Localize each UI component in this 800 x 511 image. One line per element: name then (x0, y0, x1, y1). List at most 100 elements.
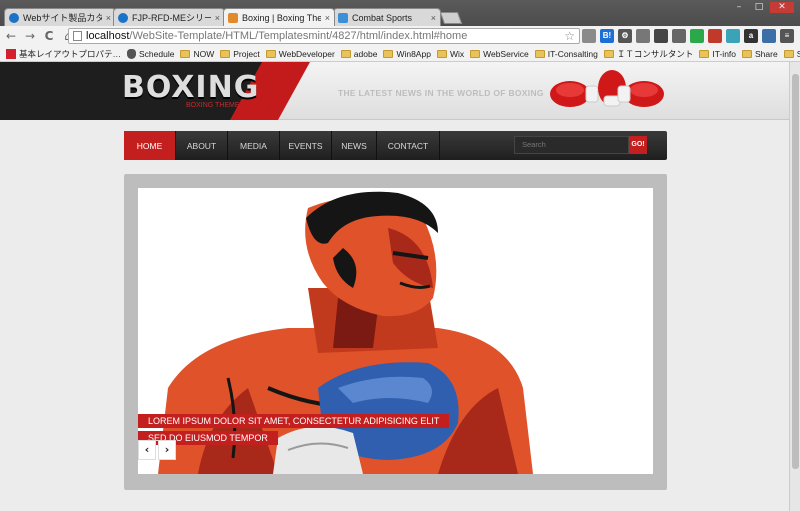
folder-icon (180, 49, 191, 58)
bookmark-item[interactable]: ＩＴコンサルタント (603, 48, 693, 60)
cast-icon[interactable] (672, 29, 686, 43)
site-favicon-icon (228, 12, 238, 23)
url-path: /WebSite-Template/HTML/Templatesmint/482… (129, 30, 468, 42)
bookmark-label: WebDeveloper (278, 48, 335, 59)
bookmark-item[interactable]: 基本レイアウトプロパテ… (6, 48, 121, 60)
folder-icon (699, 49, 710, 58)
scrollbar-thumb[interactable] (792, 74, 799, 469)
refresh-ext-icon[interactable] (726, 29, 740, 43)
page-icon (73, 31, 82, 41)
window-controls: – □ ✕ (730, 2, 794, 13)
browser-tabstrip: Webサイト製品カタログ【20 × FJP-RFD-MEシリーズ【従来 × Bo… (0, 0, 800, 26)
site-logo[interactable]: BOXING (122, 70, 259, 105)
slider-prev-button[interactable]: ‹ (138, 440, 156, 460)
bookmark-label: Schedule (139, 48, 175, 59)
browser-tab-2[interactable]: FJP-RFD-MEシリーズ【従来 × (113, 8, 225, 26)
folder-icon (470, 49, 481, 58)
tab-close-icon[interactable]: × (431, 13, 436, 23)
tab-close-icon[interactable]: × (215, 13, 220, 23)
boxing-gloves-image (550, 70, 664, 107)
browser-tab-3[interactable]: Boxing | Boxing Theme × (223, 8, 335, 26)
bookmark-item[interactable]: adobe (340, 49, 377, 59)
tab-close-icon[interactable]: × (106, 13, 111, 23)
bookmarks-bar: 基本レイアウトプロパテ… Schedule NOW Project WebDevelop… (0, 46, 800, 62)
vertical-scrollbar[interactable] (789, 62, 800, 511)
browser-tab-1[interactable]: Webサイト製品カタログ【20 × (4, 8, 116, 26)
translate-icon[interactable] (582, 29, 596, 43)
bookmark-label: Share (755, 48, 778, 59)
folder-icon (220, 49, 231, 58)
bookmark-item[interactable]: Win8App (383, 49, 431, 59)
hero-slider: LOREM IPSUM DOLOR SIT AMET, CONSECTETUR … (124, 174, 667, 490)
bookmark-item[interactable]: Share (742, 49, 778, 59)
search-go-button[interactable]: GO! (629, 136, 647, 154)
folder-icon (783, 49, 794, 58)
pdf-icon[interactable] (708, 29, 722, 43)
bookmark-item[interactable]: Search (783, 49, 800, 59)
folder-icon (265, 49, 276, 58)
folder-icon (340, 49, 351, 58)
tab-title: Boxing | Boxing Theme (242, 12, 321, 23)
bookmark-item[interactable]: WebDeveloper (265, 48, 335, 59)
puzzle-icon[interactable] (636, 29, 650, 43)
bookmark-item[interactable]: Wix (436, 48, 465, 59)
page-viewport: BOXING BOXING THEME THE LATEST NEWS IN T… (0, 62, 789, 511)
forward-button[interactable]: → (22, 28, 38, 44)
search-input[interactable]: Search (514, 136, 629, 154)
tab-title: Combat Sports (352, 12, 413, 23)
nav-item-news[interactable]: NEWS (332, 131, 377, 160)
pocket-icon[interactable] (654, 29, 668, 43)
slider-next-button[interactable]: › (158, 440, 176, 460)
adobe-icon (6, 48, 16, 59)
bookmark-label: Project (233, 48, 260, 59)
evernote-icon[interactable] (690, 29, 704, 43)
nav-item-about[interactable]: ABOUT (176, 131, 228, 160)
nav-item-media[interactable]: MEDIA (228, 131, 280, 160)
folder-icon (534, 49, 545, 58)
address-bar[interactable]: localhost/WebSite-Template/HTML/Template… (68, 28, 580, 44)
bookmark-label: Win8App (396, 48, 431, 59)
hatena-bookmark-icon[interactable]: B! (600, 29, 614, 43)
folder-icon (742, 49, 753, 58)
bookmark-label: IT-Consalting (547, 48, 598, 59)
back-button[interactable]: ← (3, 28, 19, 44)
globe-icon (118, 12, 128, 23)
bookmark-item[interactable]: WebService (470, 49, 529, 59)
tab-close-icon[interactable]: × (325, 13, 330, 23)
tab-title: FJP-RFD-MEシリーズ【従来 (132, 13, 211, 23)
nav-item-contact[interactable]: CONTACT (377, 131, 440, 160)
nav-item-home[interactable]: HOME (124, 131, 176, 160)
browser-tab-4[interactable]: Combat Sports × (333, 8, 441, 26)
site-header: BOXING BOXING THEME THE LATEST NEWS IN T… (0, 62, 789, 120)
extension-icons: B! ⚙ a ≡ (582, 29, 794, 43)
slide-caption-line1: LOREM IPSUM DOLOR SIT AMET, CONSECTETUR … (138, 414, 450, 428)
amazon-icon[interactable]: a (744, 29, 758, 43)
menu-icon[interactable]: ≡ (780, 29, 794, 43)
bookmark-item[interactable]: Schedule (127, 48, 175, 59)
folder-icon (383, 49, 394, 58)
site-logo-subtitle: BOXING THEME (186, 102, 240, 109)
tab-title: Webサイト製品カタログ【20 (23, 13, 102, 23)
url-host: localhost (86, 30, 130, 42)
bookmark-item[interactable]: IT-Consalting (534, 48, 598, 59)
bookmark-label: Wix (449, 48, 465, 59)
nav-item-events[interactable]: EVENTS (280, 131, 332, 160)
new-tab-button[interactable] (439, 12, 463, 24)
maximize-button[interactable]: □ (750, 2, 768, 13)
site-favicon-icon (338, 12, 348, 23)
bookmark-item[interactable]: Project (220, 48, 260, 59)
bookmark-star-icon[interactable]: ☆ (564, 29, 575, 43)
bookmark-label: NOW (193, 48, 215, 59)
bookmark-item[interactable]: IT-info (699, 49, 736, 59)
reload-button[interactable]: C (41, 28, 57, 44)
shield-icon[interactable] (762, 29, 776, 43)
minimize-button[interactable]: – (730, 2, 748, 13)
bookmark-item[interactable]: NOW (180, 49, 214, 59)
close-window-button[interactable]: ✕ (770, 2, 794, 13)
bookmark-label: WebService (483, 48, 529, 59)
gear-icon[interactable]: ⚙ (618, 29, 632, 43)
folder-icon (436, 49, 447, 58)
slide: LOREM IPSUM DOLOR SIT AMET, CONSECTETUR … (138, 188, 653, 474)
bookmark-label: IT-info (712, 48, 737, 59)
site-tagline: THE LATEST NEWS IN THE WORLD OF BOXING (338, 88, 544, 98)
